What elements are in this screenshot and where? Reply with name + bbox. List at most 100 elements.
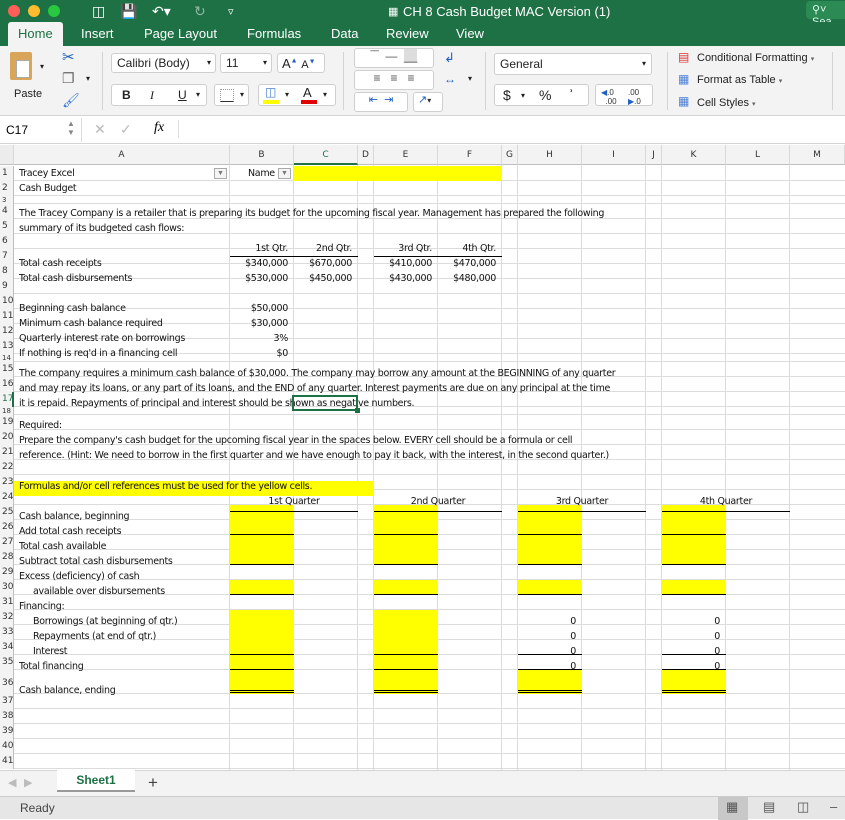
column-header-b[interactable]: B: [230, 145, 294, 165]
column-header-a[interactable]: A: [14, 145, 230, 165]
cell-b1[interactable]: Name: [248, 166, 275, 181]
format-as-table-button[interactable]: Format as Table ▾: [697, 74, 782, 86]
q3-beginning-receipts-cells[interactable]: [518, 505, 582, 535]
comma-style-button[interactable]: ʾ: [569, 87, 574, 103]
paste-dropdown-icon[interactable]: ▾: [40, 62, 44, 71]
decrease-decimal-button[interactable]: .00 ▶.0: [628, 88, 641, 106]
column-header-d[interactable]: D: [358, 145, 374, 165]
save-icon[interactable]: 💾: [120, 3, 137, 20]
copy-icon[interactable]: ❐: [62, 70, 75, 87]
decrease-font-size-button[interactable]: A▼: [301, 58, 315, 71]
add-sheet-button[interactable]: +: [148, 773, 158, 793]
cell-a2[interactable]: Cash Budget: [19, 181, 77, 196]
cell-a23[interactable]: Formulas and/or cell references must be …: [19, 479, 312, 494]
select-all-corner[interactable]: [0, 145, 14, 165]
q4-available-disbursements-cells[interactable]: [662, 535, 726, 565]
row-header-34[interactable]: 34: [0, 640, 14, 655]
cell-b13[interactable]: $0: [230, 346, 289, 361]
row-header-21[interactable]: 21: [0, 445, 14, 460]
font-color-dropdown-icon[interactable]: ▾: [323, 90, 327, 99]
merge-center-icon[interactable]: ↔: [444, 72, 456, 86]
row-header-3[interactable]: 3: [0, 196, 14, 204]
q4-beginning-receipts-cells[interactable]: [662, 505, 726, 535]
font-name-select[interactable]: Calibri (Body) ▾: [111, 53, 216, 73]
align-bottom-button[interactable]: __: [403, 49, 418, 63]
q2-total-financing-cell[interactable]: [374, 655, 438, 670]
cell-a35[interactable]: Total financing: [19, 659, 84, 674]
q1-beginning-receipts-cells[interactable]: [230, 505, 294, 535]
enter-icon[interactable]: ✓: [120, 121, 132, 138]
filter-dropdown-b1[interactable]: ▼: [278, 168, 291, 179]
row-header-41[interactable]: 41: [0, 754, 14, 769]
row-header-27[interactable]: 27: [0, 535, 14, 550]
column-header-i[interactable]: I: [582, 145, 646, 165]
row-header-5[interactable]: 5: [0, 219, 14, 234]
cell-e7[interactable]: $410,000: [374, 256, 432, 271]
paste-icon[interactable]: [10, 52, 32, 80]
tab-formulas[interactable]: Formulas: [247, 26, 301, 41]
cell-a25[interactable]: Cash balance, beginning: [19, 509, 130, 524]
copy-dropdown-icon[interactable]: ▾: [86, 74, 90, 83]
number-format-select[interactable]: General ▾: [494, 53, 652, 75]
cell-a12[interactable]: Quarterly interest rate on borrowings: [19, 331, 185, 346]
q2-financing-cells[interactable]: [374, 610, 438, 655]
row-header-40[interactable]: 40: [0, 739, 14, 754]
paste-label[interactable]: Paste: [14, 88, 42, 100]
formula-input[interactable]: [186, 123, 836, 139]
cell-a33[interactable]: Repayments (at end of qtr.): [33, 629, 156, 644]
name-box-stepper-icon[interactable]: ▲ ▼: [67, 119, 75, 137]
tab-home[interactable]: Home: [8, 22, 63, 46]
undo-icon[interactable]: ↶▾: [152, 3, 171, 20]
increase-font-size-button[interactable]: A▲: [282, 56, 298, 71]
cell-k33[interactable]: 0: [662, 629, 720, 644]
zoom-out-button[interactable]: –: [830, 799, 837, 814]
sheet-tab-sheet1[interactable]: Sheet1: [57, 770, 135, 792]
cell-h34[interactable]: 0: [518, 644, 576, 659]
q2-excess-cell[interactable]: [374, 580, 438, 595]
normal-view-button[interactable]: ▦: [718, 797, 748, 820]
row-header-26[interactable]: 26: [0, 520, 14, 535]
row-header-19[interactable]: 19: [0, 415, 14, 430]
increase-indent-button[interactable]: ⇥: [384, 94, 393, 106]
cell-a1[interactable]: Tracey Excel: [19, 166, 75, 181]
align-center-button[interactable]: ≡: [390, 71, 397, 85]
orientation-button[interactable]: ↗▾: [413, 92, 443, 112]
cell-a13[interactable]: If nothing is req'd in a financing cell: [19, 346, 178, 361]
cell-a30[interactable]: available over disbursements: [33, 584, 165, 599]
customize-toolbar-icon[interactable]: ▿: [228, 5, 234, 18]
cell-b12[interactable]: 3%: [230, 331, 289, 346]
row-header-4[interactable]: 4: [0, 204, 14, 219]
row-header-36[interactable]: 36: [0, 670, 14, 694]
q1-financing-cells[interactable]: [230, 610, 294, 655]
row-header-30[interactable]: 30: [0, 580, 14, 595]
q3-excess-cell[interactable]: [518, 580, 582, 595]
percent-button[interactable]: %: [539, 87, 551, 103]
cell-c6[interactable]: 2nd Qtr.: [294, 241, 352, 256]
row-header-16[interactable]: 16: [0, 377, 14, 392]
cell-a27[interactable]: Total cash available: [19, 539, 106, 554]
cell-a7[interactable]: Total cash receipts: [19, 256, 102, 271]
row-header-37[interactable]: 37: [0, 694, 14, 709]
row-header-35[interactable]: 35: [0, 655, 14, 670]
cell-a11[interactable]: Minimum cash balance required: [19, 316, 163, 331]
cell-a29[interactable]: Excess (deficiency) of cash: [19, 569, 140, 584]
tab-insert[interactable]: Insert: [81, 26, 114, 41]
column-header-g[interactable]: G: [502, 145, 518, 165]
wrap-text-icon[interactable]: ↲: [444, 50, 455, 66]
cut-icon[interactable]: ✂: [62, 48, 75, 66]
row-header-9[interactable]: 9: [0, 279, 14, 294]
cell-h32[interactable]: 0: [518, 614, 576, 629]
cell-f8[interactable]: $480,000: [438, 271, 496, 286]
cell-a21[interactable]: reference. (Hint: We need to borrow in t…: [19, 448, 609, 463]
cell-a15[interactable]: The company requires a minimum cash bala…: [19, 366, 616, 381]
align-left-button[interactable]: ≡: [373, 71, 380, 85]
zoom-window-button[interactable]: [48, 5, 60, 17]
name-box[interactable]: C17: [6, 123, 28, 137]
align-right-button[interactable]: ≡: [408, 71, 415, 85]
row-header-11[interactable]: 11: [0, 309, 14, 324]
currency-dropdown-icon[interactable]: ▾: [521, 91, 525, 100]
cell-a26[interactable]: Add total cash receipts: [19, 524, 122, 539]
column-header-m[interactable]: M: [790, 145, 845, 165]
fill-color-dropdown-icon[interactable]: ▾: [285, 90, 289, 99]
column-header-k[interactable]: K: [662, 145, 726, 165]
